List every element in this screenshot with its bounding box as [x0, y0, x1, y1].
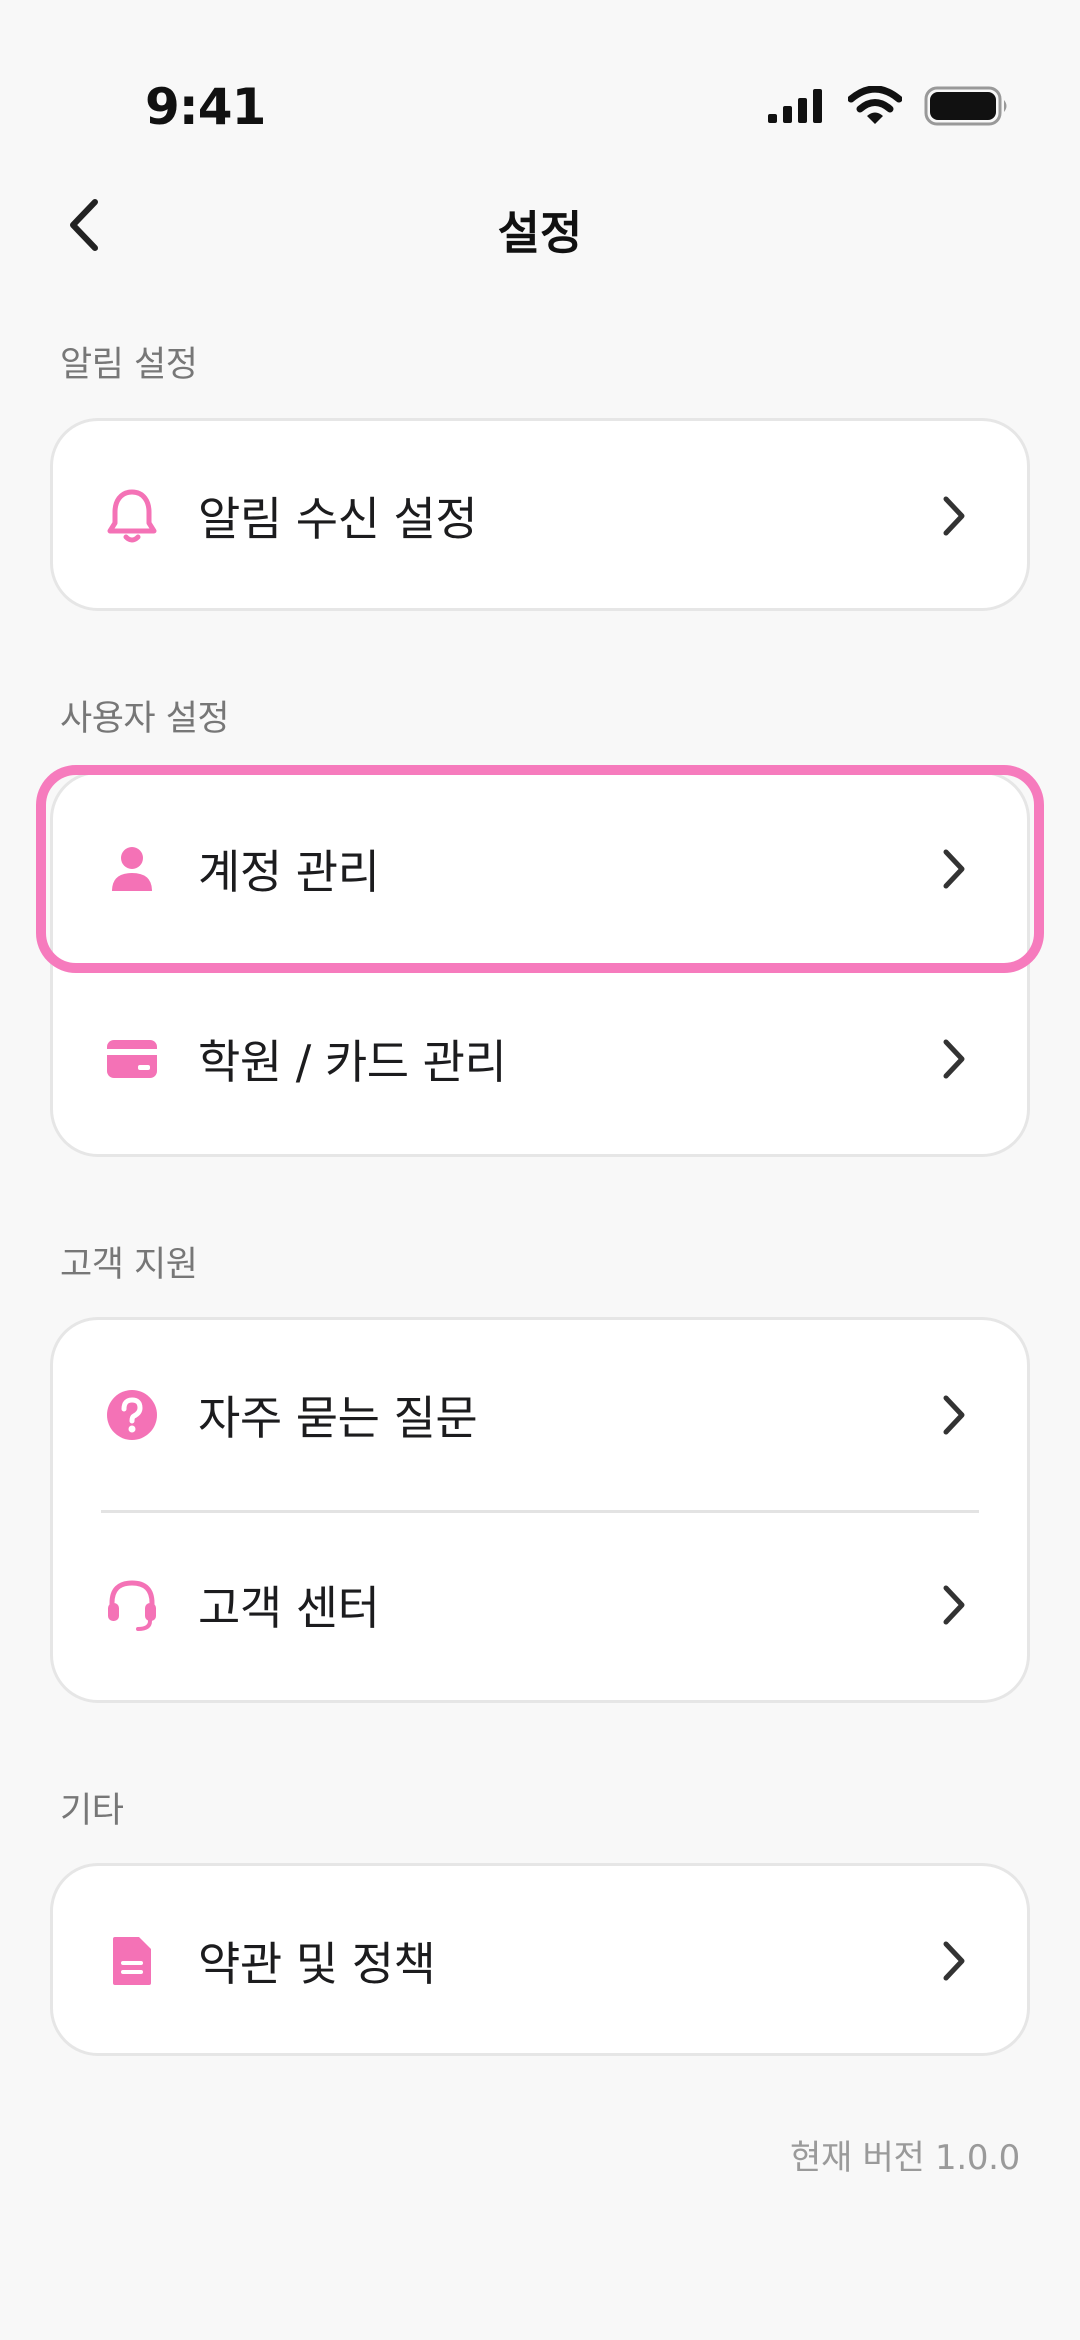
chevron-right-icon [936, 1938, 972, 1984]
section-label-etc: 기타 [60, 1791, 124, 1831]
bell-icon [103, 487, 161, 545]
status-icons [766, 86, 1010, 126]
etc-card: 약관 및 정책 [50, 1863, 1030, 2056]
document-icon [103, 1932, 161, 1990]
section-label-user: 사용자 설정 [60, 699, 230, 739]
person-icon [103, 840, 161, 898]
row-notification-settings[interactable]: 알림 수신 설정 [53, 421, 1027, 611]
version-text: 현재 버전 1.0.0 [790, 2138, 1020, 2178]
row-academy-card-management[interactable]: 학원 / 카드 관리 [53, 964, 1027, 1154]
question-icon [103, 1386, 161, 1444]
row-label: 고객 센터 [198, 1581, 380, 1635]
section-label-support: 고객 지원 [60, 1245, 198, 1285]
row-label: 알림 수신 설정 [198, 492, 478, 546]
status-time: 9:41 [145, 78, 266, 136]
row-terms-policy[interactable]: 약관 및 정책 [53, 1866, 1027, 2056]
page-title: 설정 [497, 206, 583, 260]
row-customer-center[interactable]: 고객 센터 [53, 1510, 1027, 1700]
chevron-right-icon [936, 1036, 972, 1082]
row-label: 계정 관리 [198, 845, 380, 899]
chevron-right-icon [936, 846, 972, 892]
chevron-right-icon [936, 493, 972, 539]
row-label: 학원 / 카드 관리 [198, 1035, 507, 1089]
notifications-card: 알림 수신 설정 [50, 418, 1030, 611]
chevron-right-icon [936, 1582, 972, 1628]
signal-icon [768, 89, 822, 123]
settings-screen: 9:41 설정 알림 설정 알림 수신 설정 사용자 설정 계정 관리 학원 /… [0, 0, 1080, 2340]
support-card: 자주 묻는 질문 고객 센터 [50, 1317, 1030, 1703]
card-icon [103, 1030, 161, 1088]
wifi-icon [848, 86, 902, 124]
chevron-right-icon [936, 1392, 972, 1438]
user-card: 계정 관리 학원 / 카드 관리 [50, 771, 1030, 1157]
status-bar: 9:41 [0, 0, 1080, 160]
row-account-management[interactable]: 계정 관리 [53, 774, 1027, 964]
battery-icon [924, 86, 1007, 126]
section-label-notifications: 알림 설정 [60, 345, 198, 385]
headset-icon [103, 1576, 161, 1634]
row-label: 약관 및 정책 [198, 1937, 436, 1991]
row-label: 자주 묻는 질문 [198, 1391, 478, 1445]
nav-bar: 설정 [0, 175, 1080, 275]
row-faq[interactable]: 자주 묻는 질문 [53, 1320, 1027, 1510]
